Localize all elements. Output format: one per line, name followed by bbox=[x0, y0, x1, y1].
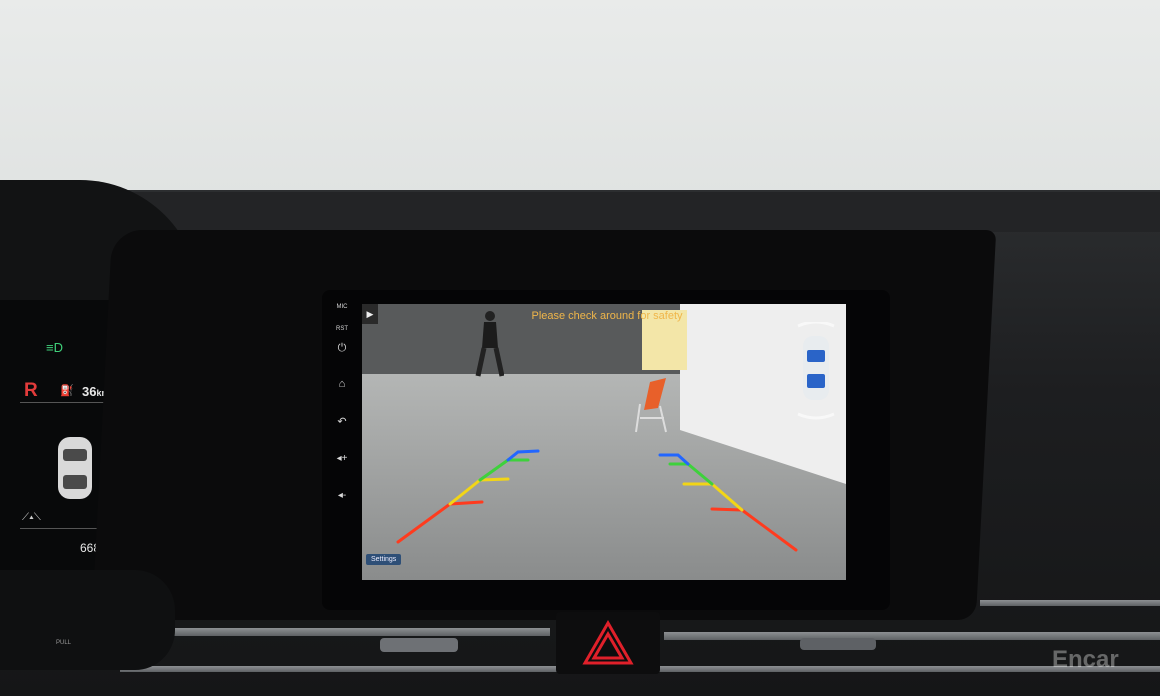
back-button[interactable]: ↶ bbox=[332, 415, 352, 428]
play-button[interactable]: ▶ bbox=[362, 304, 378, 324]
fuel-pump-icon: ⛽ bbox=[60, 385, 74, 397]
dashboard-top-panel bbox=[60, 192, 1160, 232]
home-button[interactable]: ⌂ bbox=[332, 378, 352, 390]
parking-sensor-car-icon bbox=[797, 322, 835, 420]
safety-warning: Please check around for safety bbox=[531, 310, 683, 322]
rear-camera-view: ▶ Please check around for safety Setting… bbox=[362, 304, 846, 580]
car-top-view-icon bbox=[58, 437, 92, 499]
steering-column-stalk: PULL bbox=[0, 570, 175, 670]
chrome-trim-left bbox=[170, 628, 550, 636]
watermark: Encar bbox=[1052, 646, 1119, 673]
chrome-trim-right bbox=[664, 632, 1160, 640]
stalk-label: PULL bbox=[56, 640, 72, 646]
air-vent-knob bbox=[380, 638, 458, 652]
gear-indicator: R bbox=[24, 380, 38, 401]
mic-label: MIC bbox=[336, 304, 348, 310]
settings-button[interactable]: Settings bbox=[366, 554, 402, 565]
reset-button[interactable]: RST bbox=[332, 326, 352, 332]
headlight-indicator-icon: ≡D bbox=[46, 340, 63, 355]
range-number: 36 bbox=[82, 384, 97, 399]
power-button[interactable]: ⏻ bbox=[332, 342, 352, 355]
windshield bbox=[0, 0, 1160, 220]
lane-assist-icon: ⟋▴⟍ bbox=[22, 512, 41, 523]
volume-down-button[interactable]: ◂- bbox=[332, 490, 352, 501]
hazard-triangle-icon bbox=[582, 620, 634, 665]
air-vent-knob-right bbox=[800, 638, 876, 650]
parking-guide-lines bbox=[396, 449, 798, 552]
chrome-trim-top-right bbox=[980, 600, 1160, 606]
hazard-button[interactable] bbox=[556, 612, 660, 674]
volume-up-button[interactable]: ◂+ bbox=[332, 453, 352, 464]
